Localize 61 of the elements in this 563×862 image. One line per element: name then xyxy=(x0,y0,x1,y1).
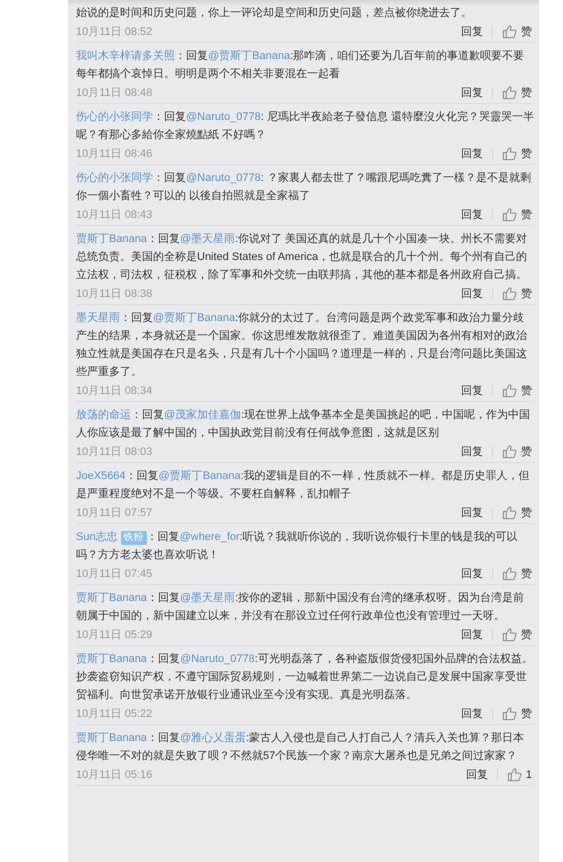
like-button[interactable]: 赞 xyxy=(502,85,534,100)
reply-link[interactable]: 回复 xyxy=(461,706,483,721)
comment-text: 始说的是时间和历史问题，你上一评论却是空间和历史问题，差点被你绕进去了。 xyxy=(76,6,473,21)
comment-text: 贾斯丁Banana：回复@墨天星雨:你说对了 美国还真的就是几十个小国凑一块。州长不需要对总统负责。美国的全称是United States of America，也就是联合的几十个州。每个州有自己的立法权，司法权，征税权，除了军事和外交统一由联邦搞，其他的基本都是各州政府自己搞。 xyxy=(76,232,528,283)
reply-link[interactable]: 回复 xyxy=(461,85,483,100)
comment-text: Sun志忠 铁粉 ：回复@where_for:听说？我就听你说的，我听说你银行卡里的钱是我的可以吗？方方老太婆也喜欢听说！ xyxy=(76,530,519,563)
like-button[interactable]: 赞 xyxy=(502,383,534,398)
like-button[interactable]: 赞 xyxy=(502,24,534,39)
thumbs-up-icon xyxy=(502,146,517,161)
timestamp: 10月11日 08:52 xyxy=(76,25,152,39)
reply-link[interactable]: 回复 xyxy=(461,505,483,520)
timestamp: 10月11日 08:03 xyxy=(76,445,152,459)
thumbs-up-icon xyxy=(502,706,517,721)
thumbs-up-icon xyxy=(502,383,517,398)
reply-link[interactable]: 回复 xyxy=(461,146,483,161)
comment-text: 贾斯丁Banana：回复@雅心乂蛋蛋:蒙古人入侵也是自己人打自己人？清兵入关也算？那日本侵华唯一不对的就是失败了呗？不然就57个民族一个家？南京大屠杀也是兄弟之间过家家？ xyxy=(76,730,526,764)
like-button[interactable]: 赞 xyxy=(502,706,534,721)
like-button[interactable]: 赞 xyxy=(502,444,534,459)
like-button[interactable]: 赞 xyxy=(502,627,534,642)
reply-link[interactable]: 回复 xyxy=(461,566,483,581)
reply-link[interactable]: 回复 xyxy=(461,286,483,301)
reply-link[interactable]: 回复 xyxy=(461,24,483,39)
fan-badge: 铁粉 xyxy=(120,531,147,545)
like-button[interactable]: 赞 xyxy=(502,146,534,161)
thumbs-up-icon xyxy=(502,566,517,581)
reply-link[interactable]: 回复 xyxy=(461,383,483,398)
timestamp: 10月11日 05:16 xyxy=(76,768,152,782)
thumbs-up-icon xyxy=(502,207,517,222)
timestamp: 10月11日 08:46 xyxy=(76,147,152,161)
timestamp: 10月11日 05:22 xyxy=(76,707,152,721)
comment-text: 我叫木辛梓请多关照：回复@贾斯丁Banana:那咋滴，咱们还要为几百年前的事道歉呗要不要每年都搞个哀悼日。明明是两个不相关非要混在一起看 xyxy=(76,48,526,82)
timestamp: 10月11日 08:38 xyxy=(76,287,152,301)
timestamp: 10月11日 05:29 xyxy=(76,628,152,642)
comment-text: 墨天星雨：回复@贾斯丁Banana:你就分的太过了。台湾问题是两个政党军事和政治力量分歧产生的结果，本身就还是一个国家。你这思维发散就很歪了。难道美国因为各州有相对的政治独立性就是美国存在只是名头，只是有几十个小国吗？道理是一样的，只是台湾问题比美国这些严重多了。 xyxy=(76,310,528,380)
thumbs-up-icon xyxy=(502,24,517,39)
like-button[interactable]: 1 xyxy=(506,767,534,782)
thumbs-up-icon xyxy=(502,505,517,520)
reply-link[interactable]: 回复 xyxy=(461,207,483,222)
reply-link[interactable]: 回复 xyxy=(461,444,483,459)
like-button[interactable]: 赞 xyxy=(502,505,534,520)
thumbs-up-icon xyxy=(502,286,517,301)
like-button[interactable]: 赞 xyxy=(502,207,534,222)
thumbs-up-icon xyxy=(502,627,517,642)
like-button[interactable]: 赞 xyxy=(502,286,534,301)
timestamp: 10月11日 07:57 xyxy=(76,506,152,520)
timestamp: 10月11日 08:34 xyxy=(76,384,152,398)
comment-text: JoeX5664：回复@贾斯丁Banana:我的逻辑是目的不一样，性质就不一样。都是历史罪人，但是严重程度绝对不是一个等级。不要枉自解释，乱扣帽子 xyxy=(76,469,531,502)
thumbs-up-icon xyxy=(506,767,522,782)
comment-text: 贾斯丁Banana：回复@Naruto_0778:可光明磊落了，各种盗版假货侵犯国外品牌的合法权益。抄袭盗窃知识产权，不遵守国际贸易规则，一边喊着世界第二一边说自己是发展中国家享受世贸福利。向世贸承诺开放银行业通讯业至今没有实现。真是光明磊落。 xyxy=(76,652,534,703)
thumbs-up-icon xyxy=(502,444,517,459)
comment-text: 贾斯丁Banana：回复@墨天星雨:按你的逻辑，那新中国没有台湾的继承权呀。因为台湾是前朝属于中国的，新中国建立以来，并没有在那设立过任何行政单位也没有管理过一天呀。 xyxy=(76,590,526,624)
like-button[interactable]: 赞 xyxy=(502,566,534,581)
comment-text: 伤心的小张同学：回复@Naruto_0778: ？家裏人都去世了？嘴跟尼瑪吃糞了一樣？是不是就剩你一個小畜牲？可以的 以後自拍照就是全家福了 xyxy=(76,170,532,204)
comment-text: 放荡的命运：回复@茂家加佳嘉伽:现在世界上战争基本全是美国挑起的吧，中国呢，作为中国人你应该是最了解中国的，中国执政党目前没有任何战争意图，这就是区别 xyxy=(76,408,532,441)
reply-link[interactable]: 回复 xyxy=(466,767,488,782)
timestamp: 10月11日 08:43 xyxy=(76,208,152,222)
timestamp: 10月11日 07:45 xyxy=(76,567,152,581)
reply-link[interactable]: 回复 xyxy=(461,627,483,642)
comment-text: 伤心的小张同学：回复@Naruto_0778: 尼瑪比半夜給老子發信息 還特麼沒火化完？哭靈哭一半呢？有那心多給你全家燒點紙 不好嗎？ xyxy=(76,110,534,143)
timestamp: 10月11日 08:48 xyxy=(76,86,152,100)
thumbs-up-icon xyxy=(502,85,517,100)
